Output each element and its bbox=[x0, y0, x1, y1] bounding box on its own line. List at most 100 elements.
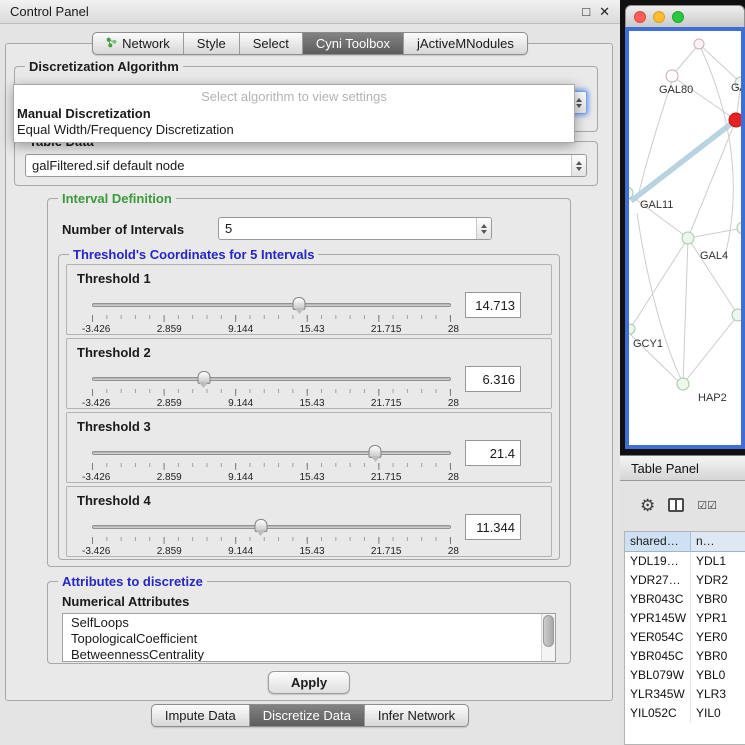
columns-icon[interactable] bbox=[668, 498, 684, 512]
slider-ticks bbox=[92, 389, 451, 396]
scale-tick-label: 2.859 bbox=[157, 472, 182, 483]
dropdown-option-manual-discretization[interactable]: Manual Discretization bbox=[14, 106, 574, 122]
node[interactable] bbox=[737, 222, 741, 234]
select-checkboxes-icon[interactable]: ☑☑ bbox=[697, 499, 717, 512]
scale-tick-label: 9.144 bbox=[228, 546, 253, 557]
list-item[interactable]: SelfLoops bbox=[63, 615, 555, 631]
slider-thumb[interactable] bbox=[197, 371, 210, 384]
zoom-button[interactable] bbox=[672, 11, 684, 23]
node[interactable] bbox=[694, 39, 704, 49]
table-cell[interactable]: YBL079W bbox=[625, 666, 691, 685]
table-cell[interactable]: YBL0 bbox=[691, 666, 745, 685]
threshold-2-value-field[interactable]: 6.316 bbox=[465, 366, 521, 392]
list-item[interactable]: TopologicalCoefficient bbox=[63, 631, 555, 647]
table-cell[interactable]: YIL0 bbox=[691, 704, 745, 723]
table-row[interactable]: YBR045C YBR0 bbox=[625, 647, 745, 666]
tab-network[interactable]: Network bbox=[93, 33, 184, 54]
slider-thumb[interactable] bbox=[254, 519, 267, 532]
threshold-4-slider[interactable]: -3.426 2.859 9.144 15.43 21.715 28 bbox=[92, 515, 451, 557]
tab-impute-data[interactable]: Impute Data bbox=[152, 705, 250, 726]
node-hap2[interactable] bbox=[677, 378, 689, 390]
table-row[interactable]: YPR145W YPR1 bbox=[625, 609, 745, 628]
network-canvas[interactable]: GAL80 GAL8 GAL11 GAL4 GCY1 HAP2 bbox=[625, 27, 745, 449]
thresholds-group: Threshold's Coordinates for 5 Intervals … bbox=[58, 254, 560, 560]
table-row[interactable]: YIL052C YIL0 bbox=[625, 704, 745, 723]
tab-style[interactable]: Style bbox=[184, 33, 240, 54]
node[interactable] bbox=[732, 309, 741, 321]
tab-label: Style bbox=[197, 36, 226, 51]
table-row[interactable]: YDL19… YDL1 bbox=[625, 552, 745, 571]
slider-track[interactable] bbox=[92, 377, 451, 381]
table-row[interactable]: YDR27… YDR2 bbox=[625, 571, 745, 590]
table-cell[interactable]: YER0 bbox=[691, 628, 745, 647]
node-gal4[interactable] bbox=[682, 232, 694, 244]
threshold-1-slider[interactable]: -3.426 2.859 9.144 15.43 21.715 28 bbox=[92, 293, 451, 335]
minimize-button[interactable] bbox=[653, 11, 665, 23]
table-row[interactable]: YBL079W YBL0 bbox=[625, 666, 745, 685]
threshold-4-value-field[interactable]: 11.344 bbox=[465, 514, 521, 540]
threshold-1-value-field[interactable]: 14.713 bbox=[465, 292, 521, 318]
tab-jactivemnodules[interactable]: jActiveMNodules bbox=[404, 33, 527, 54]
combobox-value: galFiltered.sif default node bbox=[26, 158, 571, 173]
scale-tick-label: 15.43 bbox=[300, 324, 325, 335]
threshold-3-slider[interactable]: -3.426 2.859 9.144 15.43 21.715 28 bbox=[92, 441, 451, 483]
table-row[interactable]: YBR043C YBR0 bbox=[625, 590, 745, 609]
table-cell[interactable]: YDL19… bbox=[625, 552, 691, 571]
table-cell[interactable]: YDR2 bbox=[691, 571, 745, 590]
scale-tick-label: 2.859 bbox=[157, 398, 182, 409]
table-cell[interactable]: YPR145W bbox=[625, 609, 691, 628]
table-cell[interactable]: YBR0 bbox=[691, 647, 745, 666]
tab-select[interactable]: Select bbox=[240, 33, 303, 54]
slider-track[interactable] bbox=[92, 451, 451, 455]
number-of-intervals-combobox[interactable]: 5 bbox=[218, 217, 492, 240]
gear-icon[interactable]: ⚙ bbox=[640, 497, 655, 514]
table-cell[interactable]: YDL1 bbox=[691, 552, 745, 571]
table-cell[interactable]: YPR1 bbox=[691, 609, 745, 628]
column-header-shared-name[interactable]: shared… bbox=[625, 532, 691, 552]
scrollbar-thumb[interactable] bbox=[543, 615, 554, 647]
slider-track[interactable] bbox=[92, 303, 451, 307]
number-of-intervals-label: Number of Intervals bbox=[62, 222, 184, 237]
scale-tick-label: 21.715 bbox=[371, 546, 402, 557]
table-cell[interactable]: YIL052C bbox=[625, 704, 691, 723]
top-tab-strip: Network Style Select Cyni Toolbox jActiv… bbox=[0, 32, 620, 55]
slider-thumb[interactable] bbox=[369, 445, 382, 458]
close-button[interactable] bbox=[634, 11, 646, 23]
tab-infer-network[interactable]: Infer Network bbox=[365, 705, 468, 726]
close-icon[interactable]: ✕ bbox=[599, 4, 610, 20]
scale-tick-label: 2.859 bbox=[157, 546, 182, 557]
table-cell[interactable]: YDR27… bbox=[625, 571, 691, 590]
node-selected-red[interactable] bbox=[729, 113, 741, 127]
threshold-3-value-field[interactable]: 21.4 bbox=[465, 440, 521, 466]
dropdown-option-equal-width-frequency[interactable]: Equal Width/Frequency Discretization bbox=[14, 122, 574, 138]
node-gal80[interactable] bbox=[666, 70, 678, 82]
table-cell[interactable]: YBR045C bbox=[625, 647, 691, 666]
scale-tick-label: 15.43 bbox=[300, 546, 325, 557]
table-row[interactable]: YER054C YER0 bbox=[625, 628, 745, 647]
apply-button[interactable]: Apply bbox=[268, 671, 350, 694]
list-item[interactable]: BetweennessCentrality bbox=[63, 647, 555, 662]
table-cell[interactable]: YLR3 bbox=[691, 685, 745, 704]
tab-cyni-toolbox[interactable]: Cyni Toolbox bbox=[303, 33, 404, 54]
table-cell[interactable]: YLR345W bbox=[625, 685, 691, 704]
threshold-label: Threshold 1 bbox=[77, 271, 151, 286]
column-header-name[interactable]: n… bbox=[691, 532, 745, 552]
slider-track[interactable] bbox=[92, 525, 451, 529]
table-cell[interactable]: YER054C bbox=[625, 628, 691, 647]
node-gcy1[interactable] bbox=[629, 324, 635, 334]
tab-discretize-data[interactable]: Discretize Data bbox=[250, 705, 365, 726]
network-window-titlebar[interactable] bbox=[625, 5, 745, 27]
threshold-1-panel: Threshold 1 -3.426 2.859 9.144 15.43 21.… bbox=[66, 264, 552, 335]
table-row[interactable]: YLR345W YLR3 bbox=[625, 685, 745, 704]
stepper-icon bbox=[476, 218, 491, 239]
float-window-icon[interactable]: □ bbox=[582, 4, 590, 19]
threshold-2-slider[interactable]: -3.426 2.859 9.144 15.43 21.715 28 bbox=[92, 367, 451, 409]
attributes-list[interactable]: SelfLoops TopologicalCoefficient Between… bbox=[62, 613, 556, 662]
table-cell[interactable]: YBR0 bbox=[691, 590, 745, 609]
table-cell[interactable]: YBR043C bbox=[625, 590, 691, 609]
panel-title: Control Panel bbox=[10, 4, 573, 19]
slider-thumb[interactable] bbox=[293, 297, 306, 310]
list-scrollbar[interactable] bbox=[541, 614, 555, 661]
table-data-combobox[interactable]: galFiltered.sif default node bbox=[25, 154, 587, 177]
table-header-row: shared… n… bbox=[625, 532, 745, 552]
